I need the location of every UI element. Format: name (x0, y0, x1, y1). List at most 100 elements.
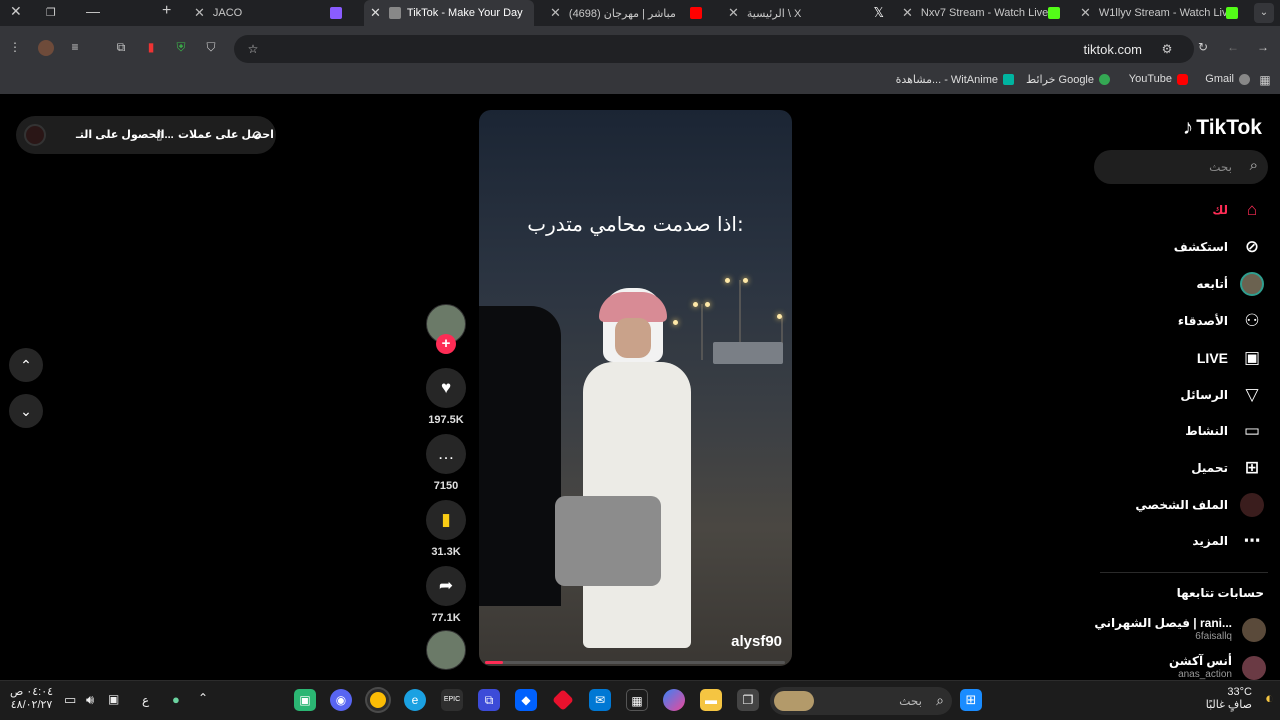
shield-extension-icon[interactable]: ⛨ (174, 40, 188, 54)
profile-avatar[interactable] (38, 40, 54, 56)
media-controls-icon[interactable]: ≡ (68, 40, 82, 54)
friends-icon: ⚇ (1244, 311, 1260, 330)
nav-messages[interactable]: الرسائل ▽ (1180, 383, 1264, 407)
bookmark-witanime[interactable]: مشاهدة... - WitAnime (896, 73, 1014, 86)
reload-icon[interactable]: ↻ (1196, 40, 1210, 54)
tab-favicon (388, 7, 401, 19)
dropbox-icon[interactable]: ◆ (515, 689, 537, 711)
clock-date: ٤٨/٠٢/٢٧ (10, 699, 53, 711)
task-view-icon[interactable]: ❐ (737, 689, 759, 711)
bookmark-youtube[interactable]: YouTube (1129, 73, 1188, 85)
bookmark-star-icon[interactable]: ☆ (246, 42, 260, 56)
video-progress-bar[interactable] (485, 661, 785, 664)
nav-label: LIVE (1196, 350, 1228, 366)
network-icon[interactable]: ▣ (108, 692, 119, 706)
nav-profile[interactable]: الملف الشخصي (1135, 493, 1264, 517)
minimize-window-icon[interactable]: — (86, 3, 100, 19)
nav-live[interactable]: LIVE ▣ (1197, 346, 1264, 370)
tiktok-logo[interactable]: ♪ TikTok (1183, 116, 1262, 140)
tray-overflow-chevron-icon[interactable]: ⌃ (198, 691, 208, 705)
volume-icon[interactable]: 🔊︎ (86, 692, 94, 708)
bookmark-gmail[interactable]: Gmail (1205, 73, 1250, 85)
nav-upload[interactable]: تحميل ⊞ (1191, 456, 1264, 480)
nav-label: استكشف (1173, 240, 1228, 254)
edge-icon[interactable]: e (404, 689, 426, 711)
follow-button[interactable]: + (436, 334, 456, 354)
taskbar-search[interactable]: بحث ⌕ (770, 687, 952, 715)
youtube-icon (1177, 73, 1188, 85)
next-video-button[interactable]: ⌄ (9, 394, 43, 428)
save-button[interactable]: ▮ (426, 500, 466, 540)
forward-icon[interactable]: → (1256, 40, 1270, 54)
weather-widget[interactable]: 33°C صافٍ غالبًا (1206, 686, 1252, 712)
address-bar[interactable]: ☆ tiktok.com ⚙ (234, 35, 1194, 63)
compass-icon: ⊘ (1244, 237, 1260, 256)
tab-search-button[interactable]: ⌄ (1254, 3, 1274, 23)
tab-nxv7[interactable]: ✕ Nxv7 Stream - Watch Live (902, 0, 1072, 26)
discord-icon[interactable]: ◉ (330, 689, 352, 711)
bookmark-maps[interactable]: خرائط Google (1026, 73, 1110, 86)
nav-label: النشاط (1185, 424, 1228, 438)
extension-icon[interactable]: ▮ (144, 40, 158, 54)
nav-friends[interactable]: الأصدقاء ⚇ (1178, 309, 1264, 333)
clock[interactable]: ٠٤:٠٤ ص ٤٨/٠٢/٢٧ (10, 686, 53, 712)
nav-more[interactable]: المزيد ⋯ (1192, 529, 1264, 553)
close-window-icon[interactable]: ✕ (10, 3, 22, 20)
close-tab-icon[interactable]: ✕ (194, 5, 205, 21)
restore-window-icon[interactable]: ❐ (46, 6, 56, 19)
file-explorer-icon[interactable]: ▬ (700, 689, 722, 711)
store-icon[interactable]: ▦ (626, 689, 648, 711)
extensions-icon[interactable]: ⧉ (114, 40, 128, 54)
menu-kebab-icon[interactable]: ⋮ (8, 40, 22, 54)
app-icon[interactable]: ⧉ (478, 689, 500, 711)
windows-start-icon[interactable]: ⊞ (960, 689, 982, 711)
nav-following[interactable]: أتابعه (1196, 272, 1264, 296)
sound-avatar[interactable] (426, 630, 466, 670)
nav-explore[interactable]: استكشف ⊘ (1174, 235, 1264, 259)
nav-activity[interactable]: النشاط ▭ (1185, 419, 1264, 443)
microphone-icon[interactable]: ● (172, 692, 180, 707)
app-icon[interactable]: ▣ (294, 689, 316, 711)
close-tab-icon[interactable]: ✕ (370, 5, 381, 21)
promo-bar: الحصول على التـ... ▯ احصل على عملات ⊘ (16, 116, 276, 154)
tab-tiktok[interactable]: ✕ TikTok - Make Your Day (364, 0, 534, 26)
video-player[interactable]: اذا صدمت محامي متدرب: alysf90 (479, 110, 792, 666)
battery-icon[interactable]: ▭ (64, 692, 76, 708)
back-icon[interactable]: ← (1226, 40, 1240, 54)
nav-label: المزيد (1192, 534, 1228, 548)
nav-for-you[interactable]: لك ⌂ (1212, 198, 1264, 222)
like-button[interactable]: ♥ (426, 368, 466, 408)
following-account[interactable]: فيصل الشهراني | rani... 6faisallq (1066, 616, 1266, 646)
close-tab-icon[interactable]: ✕ (550, 5, 561, 21)
bookmark-label: خرائط Google (1026, 74, 1094, 86)
site-settings-icon[interactable]: ⚙ (1160, 42, 1174, 56)
epic-games-icon[interactable]: EPIC (441, 689, 463, 711)
tab-x[interactable]: ✕ الرئيسية \ X 𝕏 (722, 0, 892, 26)
avatar[interactable] (24, 124, 46, 146)
input-language[interactable]: ع (142, 693, 149, 707)
activity-icon: ▭ (1243, 421, 1261, 440)
tab-youtube[interactable]: ✕ (4698) مباشر | مهرجان (544, 0, 714, 26)
apps-grid-icon[interactable]: ▦ (1258, 73, 1272, 87)
share-button[interactable]: ➦ (426, 566, 466, 606)
shield-icon[interactable]: ⛉ (204, 40, 218, 54)
url-text: tiktok.com (1083, 42, 1142, 57)
following-accounts-header: حسابات تتابعها (1176, 586, 1264, 600)
chrome-icon[interactable] (367, 689, 389, 711)
nav-label: الملف الشخصي (1135, 498, 1228, 512)
search-input[interactable]: بحث ⌕ (1094, 150, 1268, 184)
close-tab-icon[interactable]: ✕ (902, 5, 913, 21)
new-tab-button[interactable]: + (162, 2, 171, 20)
search-icon: ⌕ (936, 692, 944, 708)
tab-w1llyv[interactable]: ✕ W1llyv Stream - Watch Live (1080, 0, 1250, 26)
comment-button[interactable]: … (426, 434, 466, 474)
copilot-icon[interactable] (663, 689, 685, 711)
close-tab-icon[interactable]: ✕ (1080, 5, 1091, 21)
close-tab-icon[interactable]: ✕ (728, 5, 739, 21)
app-icon[interactable] (552, 689, 574, 711)
tab-jaco[interactable]: ✕ JACO (188, 0, 348, 26)
search-placeholder: بحث (1209, 160, 1232, 174)
video-username[interactable]: alysf90 (731, 633, 782, 650)
previous-video-button[interactable]: ⌃ (9, 348, 43, 382)
mail-icon[interactable]: ✉ (589, 689, 611, 711)
